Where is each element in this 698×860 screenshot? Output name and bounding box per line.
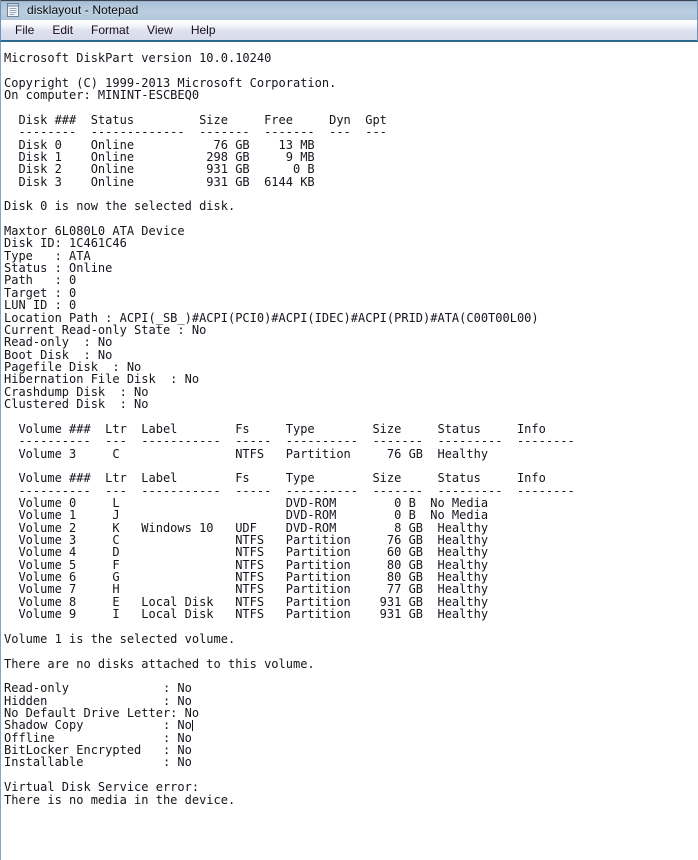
text-line: There are no disks attached to this volu… bbox=[4, 656, 315, 671]
text-line: Volume ### Ltr Label Fs Type Size Status… bbox=[4, 471, 546, 486]
text-line: Path : 0 bbox=[4, 273, 77, 288]
text-line: Volume 7 H NTFS Partition 77 GB Healthy bbox=[4, 582, 489, 597]
menu-bar: File Edit Format View Help bbox=[0, 20, 698, 42]
text-line: Volume 1 J DVD-ROM 0 B No Media bbox=[4, 508, 489, 523]
menu-item-help[interactable]: Help bbox=[183, 22, 224, 39]
text-line: LUN ID : 0 bbox=[4, 298, 77, 313]
text-line: Volume 9 I Local Disk NTFS Partition 931… bbox=[4, 607, 489, 622]
text-line: Hibernation File Disk : No bbox=[4, 372, 200, 387]
text-editor-area[interactable]: Microsoft DiskPart version 10.0.10240 Co… bbox=[0, 42, 698, 860]
notepad-window: disklayout - Notepad File Edit Format Vi… bbox=[0, 0, 698, 860]
text-line bbox=[4, 101, 697, 113]
text-line: -------- ------------- ------- ------- -… bbox=[4, 125, 387, 140]
text-line: Disk 3 Online 931 GB 6144 KB bbox=[4, 174, 315, 189]
text-line: Volume 3 C NTFS Partition 76 GB Healthy bbox=[4, 446, 489, 461]
menu-item-view[interactable]: View bbox=[139, 22, 181, 39]
text-line: Read-only : No bbox=[4, 681, 192, 696]
text-line: Target : 0 bbox=[4, 285, 77, 300]
text-line: There is no media in the device. bbox=[4, 792, 236, 807]
text-caret bbox=[191, 720, 193, 732]
text-line: Microsoft DiskPart version 10.0.10240 bbox=[4, 51, 272, 65]
menu-item-file[interactable]: File bbox=[7, 22, 42, 39]
text-line: Installable : No bbox=[4, 755, 192, 770]
text-line: Clustered Disk : No bbox=[4, 397, 149, 412]
window-title: disklayout - Notepad bbox=[27, 3, 139, 17]
text-line: Volume 1 is the selected volume. bbox=[4, 631, 236, 646]
menu-item-format[interactable]: Format bbox=[83, 22, 137, 39]
text-line: Disk 0 is now the selected disk. bbox=[4, 199, 236, 214]
menu-item-edit[interactable]: Edit bbox=[44, 22, 81, 39]
text-line: Shadow Copy : No bbox=[4, 718, 193, 733]
document-text[interactable]: Microsoft DiskPart version 10.0.10240 Co… bbox=[4, 52, 697, 806]
notepad-icon bbox=[6, 3, 20, 17]
text-line: Status : Online bbox=[4, 261, 113, 276]
title-bar[interactable]: disklayout - Notepad bbox=[0, 0, 698, 20]
text-line: On computer: MININT-ESCBEQ0 bbox=[4, 88, 200, 103]
text-line bbox=[4, 645, 697, 657]
text-line: Disk ID: 1C461C46 bbox=[4, 236, 127, 251]
text-line bbox=[4, 410, 697, 422]
text-line: Volume 4 D NTFS Partition 60 GB Healthy bbox=[4, 545, 489, 560]
text-line bbox=[4, 64, 697, 76]
text-line: Disk 2 Online 931 GB 0 B bbox=[4, 162, 315, 177]
text-line: ---------- --- ----------- ----- -------… bbox=[4, 434, 575, 449]
text-line: Virtual Disk Service error: bbox=[4, 780, 200, 795]
text-line: Read-only : No bbox=[4, 335, 113, 350]
